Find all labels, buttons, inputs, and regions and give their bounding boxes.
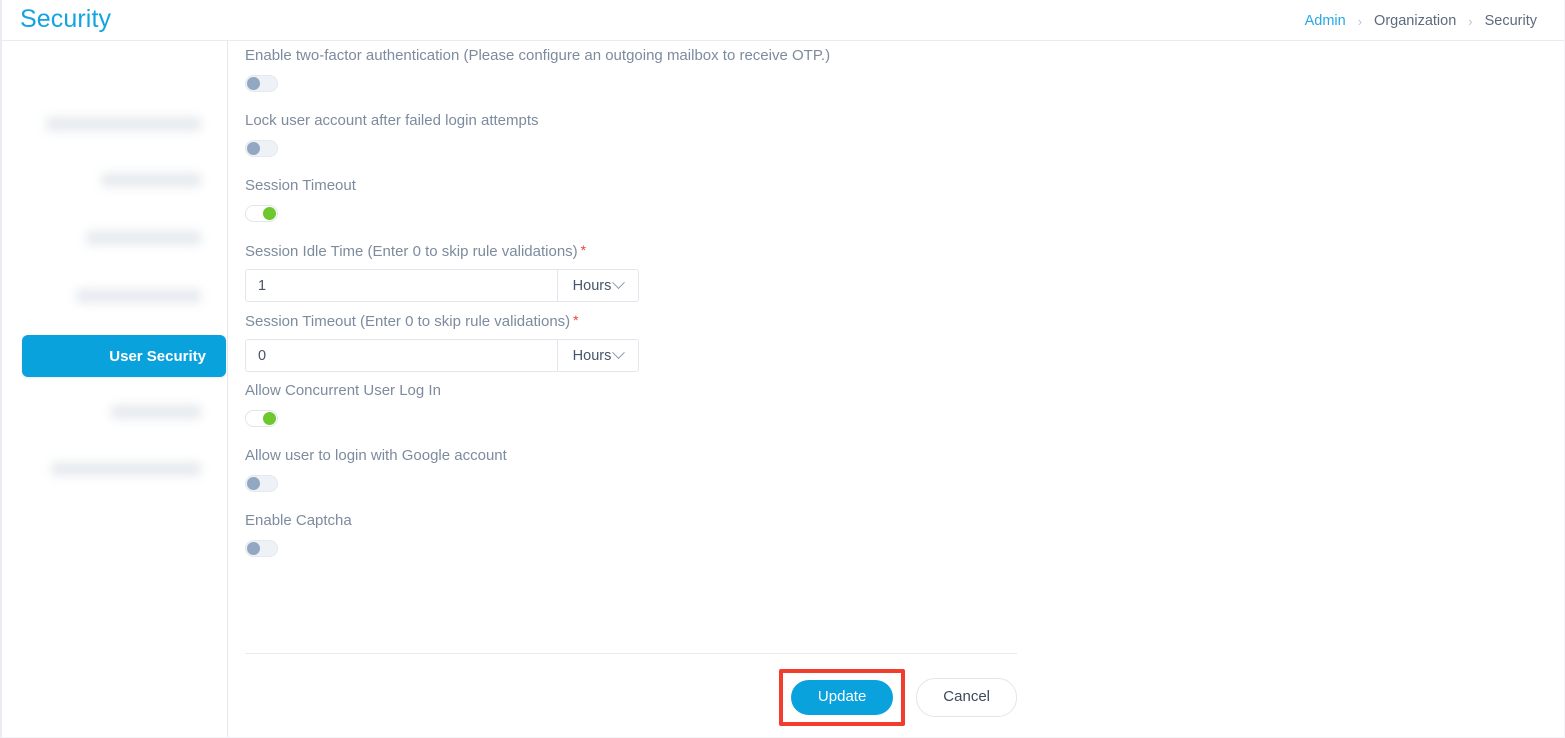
breadcrumb-item-organization: Organization: [1374, 13, 1457, 29]
sidebar-item-item-3[interactable]: [86, 217, 221, 259]
sidebar-item-item-1[interactable]: [46, 103, 221, 145]
toggle-allow-concurrent-login[interactable]: [245, 410, 278, 427]
field-label-enable-captcha: Enable Captcha: [245, 512, 1017, 530]
field-label-lock-user-account: Lock user account after failed login att…: [245, 112, 1017, 130]
unit-dropdown-session-timeout-duration[interactable]: Hours: [557, 339, 639, 372]
toggle-knob: [247, 142, 260, 155]
page-body: User Security Enable two-factor authenti…: [2, 41, 1564, 737]
form-field-session-timeout-duration: Session Timeout (Enter 0 to skip rule va…: [245, 312, 1017, 372]
toggle-enable-captcha[interactable]: [245, 540, 278, 557]
chevron-down-icon: [612, 346, 626, 360]
chevron-down-icon: [612, 276, 626, 290]
security-settings-page: Security Admin › Organization › Security Use…: [0, 0, 1565, 738]
sidebar-item-placeholder: [86, 231, 201, 245]
required-marker: *: [573, 312, 579, 328]
toggle-knob: [263, 412, 276, 425]
field-label-session-idle-time: Session Idle Time (Enter 0 to skip rule …: [245, 242, 1017, 261]
field-label-text: Allow user to login with Google account: [245, 447, 507, 464]
sidebar-item-item-6[interactable]: [111, 391, 221, 433]
toggle-knob: [247, 77, 260, 90]
settings-sidebar: User Security: [2, 41, 228, 737]
sidebar-item-placeholder: [51, 462, 201, 476]
toggle-allow-google-login[interactable]: [245, 475, 278, 492]
unit-dropdown-value: Hours: [572, 347, 612, 364]
field-label-allow-google-login: Allow user to login with Google account: [245, 447, 1017, 465]
page-header: Security Admin › Organization › Security: [2, 0, 1564, 41]
sidebar-item-placeholder: [111, 405, 201, 419]
form-field-lock-user-account: Lock user account after failed login att…: [245, 112, 1017, 157]
toggle-two-factor-authentication[interactable]: [245, 75, 278, 92]
field-label-two-factor-authentication: Enable two-factor authentication (Please…: [245, 47, 1017, 65]
toggle-knob: [247, 542, 260, 555]
toggle-session-timeout[interactable]: [245, 205, 278, 222]
settings-main-panel: Enable two-factor authentication (Please…: [228, 41, 1564, 737]
sidebar-item-item-4[interactable]: [76, 275, 221, 317]
sidebar-item-item-2[interactable]: [101, 159, 221, 201]
sidebar-item-placeholder: [76, 289, 201, 303]
breadcrumb: Admin › Organization › Security: [1302, 13, 1540, 29]
input-group-session-idle-time: Hours: [245, 269, 639, 302]
toggle-knob: [263, 207, 276, 220]
sidebar-item-placeholder: [101, 173, 201, 187]
form-field-enable-captcha: Enable Captcha: [245, 512, 1017, 557]
field-label-allow-concurrent-login: Allow Concurrent User Log In: [245, 382, 1017, 400]
update-button[interactable]: Update: [790, 680, 894, 715]
field-label-session-timeout: Session Timeout: [245, 177, 1017, 195]
sidebar-item-label: User Security: [109, 347, 206, 365]
update-button-highlight: Update: [778, 669, 906, 726]
form-field-session-idle-time: Session Idle Time (Enter 0 to skip rule …: [245, 242, 1017, 302]
form-field-allow-google-login: Allow user to login with Google account: [245, 447, 1017, 492]
sidebar-item-user-security[interactable]: User Security: [22, 335, 226, 377]
breadcrumb-item-security: Security: [1484, 13, 1537, 29]
unit-dropdown-session-idle-time[interactable]: Hours: [557, 269, 639, 302]
input-session-idle-time[interactable]: [245, 269, 557, 302]
field-label-text: Allow Concurrent User Log In: [245, 382, 441, 399]
form-actions: Update Cancel: [245, 669, 1017, 726]
field-label-text: Enable two-factor authentication (Please…: [245, 47, 831, 64]
field-label-text: Session Idle Time (Enter 0 to skip rule …: [245, 243, 578, 260]
toggle-lock-user-account[interactable]: [245, 140, 278, 157]
breadcrumb-separator-icon: ›: [1468, 13, 1473, 29]
toggle-knob: [247, 477, 260, 490]
required-marker: *: [580, 242, 587, 258]
breadcrumb-separator-icon: ›: [1357, 13, 1363, 29]
field-label-text: Session Timeout (Enter 0 to skip rule va…: [245, 313, 571, 330]
breadcrumb-item-admin[interactable]: Admin: [1302, 13, 1349, 29]
input-group-session-timeout-duration: Hours: [245, 339, 639, 372]
field-label-session-timeout-duration: Session Timeout (Enter 0 to skip rule va…: [245, 312, 1017, 331]
form-field-allow-concurrent-login: Allow Concurrent User Log In: [245, 382, 1017, 427]
unit-dropdown-value: Hours: [572, 277, 612, 294]
field-label-text: Enable Captcha: [245, 512, 352, 529]
field-label-text: Session Timeout: [245, 177, 356, 194]
form-field-session-timeout: Session Timeout: [245, 177, 1017, 222]
input-session-timeout-duration[interactable]: [245, 339, 557, 372]
sidebar-item-item-7[interactable]: [51, 448, 221, 490]
form-field-two-factor-authentication: Enable two-factor authentication (Please…: [245, 47, 1017, 92]
form-divider: [245, 653, 1017, 654]
sidebar-item-placeholder: [46, 117, 201, 131]
user-security-form: Enable two-factor authentication (Please…: [245, 47, 1017, 577]
cancel-button[interactable]: Cancel: [916, 678, 1017, 717]
page-title: Security: [20, 5, 112, 33]
field-label-text: Lock user account after failed login att…: [245, 112, 539, 129]
